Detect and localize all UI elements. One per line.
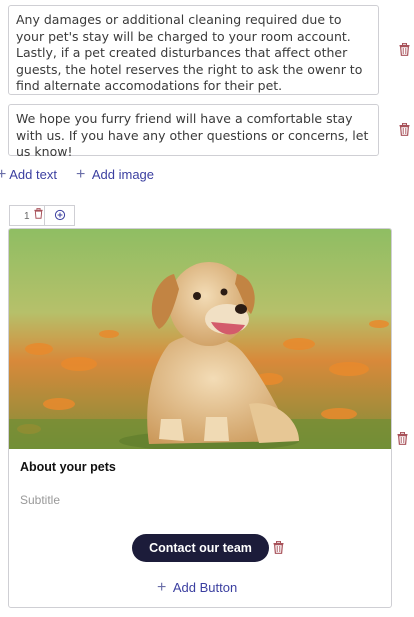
page-number: 1 [24, 211, 30, 222]
trash-icon[interactable] [399, 43, 410, 56]
card-title[interactable]: About your pets [20, 460, 116, 474]
text-block-2[interactable]: We hope you furry friend will have a com… [8, 104, 379, 159]
card-subtitle[interactable]: Subtitle [20, 493, 60, 507]
trash-icon[interactable] [273, 541, 284, 554]
plus-icon: + [0, 166, 7, 183]
divider [44, 206, 45, 225]
contact-our-team-button[interactable]: Contact our team [132, 534, 269, 562]
add-button-link[interactable]: + Add Button [157, 579, 237, 597]
text-block-1[interactable]: Any damages or additional cleaning requi… [8, 5, 379, 95]
plus-icon: + [76, 166, 86, 183]
add-text-link[interactable]: + Add text [0, 166, 57, 184]
trash-icon[interactable] [397, 432, 408, 445]
trash-icon[interactable] [34, 208, 43, 219]
plus-icon: + [157, 579, 167, 596]
image-card: About your pets Subtitle Contact our tea… [8, 228, 392, 608]
trash-icon[interactable] [399, 123, 410, 136]
card-image-puppy [9, 229, 391, 449]
add-image-link[interactable]: + Add image [76, 166, 154, 184]
add-circle-icon[interactable] [54, 209, 66, 221]
slide-pager: 1 [9, 205, 75, 226]
